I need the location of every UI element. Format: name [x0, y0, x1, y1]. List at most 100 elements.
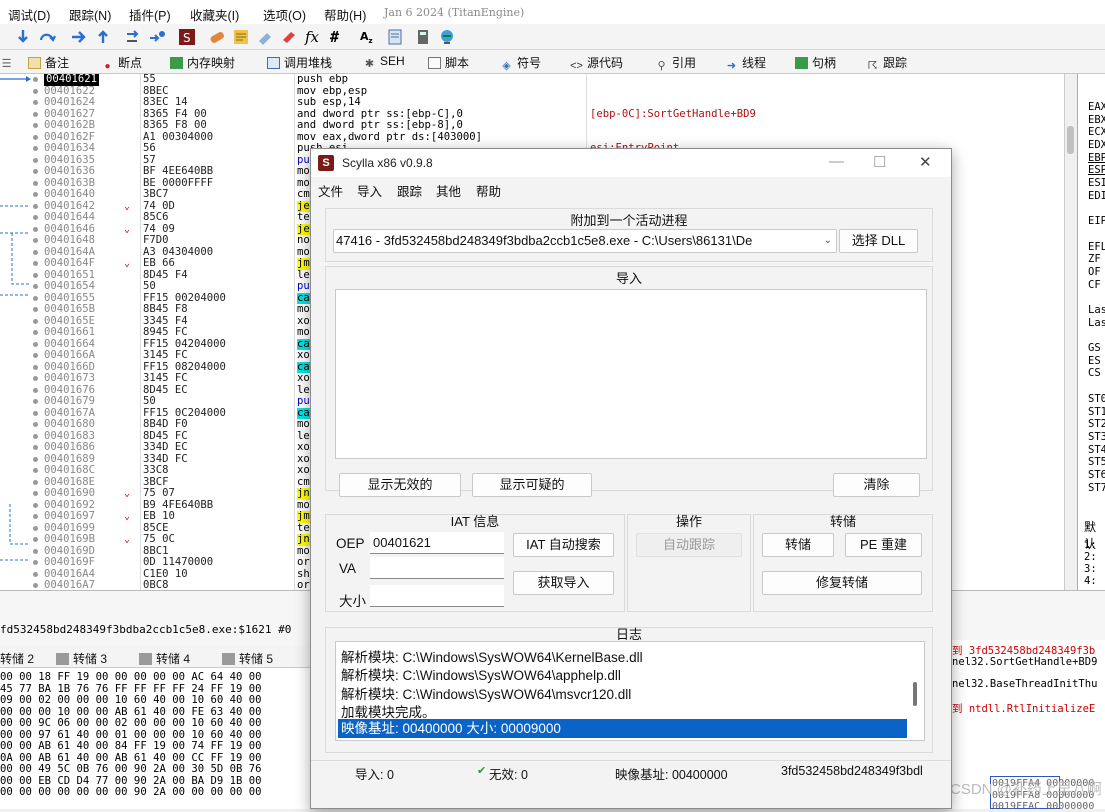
functions-icon[interactable]: fx	[305, 28, 323, 46]
hash-icon[interactable]: #	[330, 28, 348, 46]
scylla-menu-misc[interactable]: 其他	[436, 181, 461, 200]
register-name[interactable]: EBP	[1088, 152, 1105, 165]
process-select[interactable]: 47416 - 3fd532458bd248349f3bdba2ccb1c5e8…	[333, 229, 837, 253]
breakpoint-dot-icon[interactable]	[33, 502, 38, 508]
register-name[interactable]: ESI	[1088, 177, 1105, 190]
step-over-icon[interactable]	[38, 28, 56, 46]
register-name[interactable]: ST6	[1088, 469, 1105, 482]
breakpoint-dot-icon[interactable]	[33, 364, 38, 370]
scylla-icon[interactable]: S	[178, 28, 196, 46]
menu-favourites[interactable]: 收藏夹(I)	[190, 5, 239, 24]
breakpoint-dot-icon[interactable]	[33, 134, 38, 140]
breakpoint-dot-icon[interactable]	[33, 192, 38, 197]
breakpoint-dot-icon[interactable]	[33, 284, 38, 289]
register-name[interactable]: ECX	[1088, 126, 1105, 139]
tab-bar-arrow[interactable]: ☰	[0, 54, 17, 70]
dump-row[interactable]: 00 00 18 FF 19 00 00 00 00 00 AC 64 40 0…	[0, 671, 262, 684]
breakpoint-dot-icon[interactable]	[33, 146, 38, 151]
register-name[interactable]	[1088, 228, 1105, 241]
minimize-icon[interactable]: —	[829, 153, 844, 170]
breakpoint-dot-icon[interactable]	[33, 583, 38, 588]
register-name[interactable]: ST7	[1088, 482, 1105, 495]
breakpoint-dot-icon[interactable]	[33, 468, 38, 473]
register-name[interactable]	[1088, 329, 1105, 342]
imports-tree[interactable]	[335, 289, 927, 459]
register-name[interactable]	[1088, 291, 1105, 304]
breakpoint-dot-icon[interactable]	[33, 433, 38, 439]
close-icon[interactable]: ✕	[919, 153, 932, 171]
breakpoint-dot-icon[interactable]	[33, 548, 38, 554]
breakpoint-dot-icon[interactable]	[33, 180, 38, 186]
register-name[interactable]: CS	[1088, 367, 1105, 380]
get-imports-button[interactable]: 获取导入	[513, 571, 614, 595]
log-list[interactable]: 解析模块: C:\Windows\SysWOW64\KernelBase.dll…	[335, 641, 925, 741]
menu-options[interactable]: 选项(O)	[263, 5, 306, 24]
clear-button[interactable]: 清除	[833, 473, 920, 497]
menu-trace[interactable]: 跟踪(N)	[69, 5, 111, 24]
disasm-row[interactable]: 0040162F A1 00304000 mov eax,dword ptr ds:…	[0, 131, 1064, 144]
show-invalid-button[interactable]: 显示无效的	[339, 473, 461, 497]
breakpoint-dot-icon[interactable]	[33, 295, 38, 301]
disasm-row[interactable]: 00401621 55 push ebp	[0, 74, 1064, 86]
register-name[interactable]: ESP	[1088, 164, 1105, 177]
labels-icon[interactable]	[256, 28, 274, 46]
breakpoint-dot-icon[interactable]	[33, 238, 38, 243]
tab-script[interactable]: 脚本	[428, 54, 469, 71]
breakpoint-dot-icon[interactable]	[33, 318, 38, 324]
tab-handles[interactable]: 句柄	[795, 54, 836, 71]
register-name[interactable]: EAX	[1088, 101, 1105, 114]
log-icon[interactable]	[386, 28, 404, 46]
register-name[interactable]: ES	[1088, 355, 1105, 368]
tab-dump-5[interactable]: 转储 5	[222, 650, 273, 667]
breakpoint-dot-icon[interactable]	[33, 514, 38, 519]
breakpoint-dot-icon[interactable]	[33, 571, 38, 577]
breakpoint-dot-icon[interactable]	[33, 445, 38, 450]
register-name[interactable]: ST0	[1088, 393, 1105, 406]
breakpoint-dot-icon[interactable]	[33, 525, 38, 531]
register-name[interactable]: GS	[1088, 342, 1105, 355]
register-name[interactable]: ST3	[1088, 431, 1105, 444]
tab-trace[interactable]: ☈ 跟踪	[866, 54, 907, 72]
register-name[interactable]: ST5	[1088, 456, 1105, 469]
register-name[interactable]: ST2	[1088, 418, 1105, 431]
breakpoint-dot-icon[interactable]	[33, 307, 38, 312]
select-dll-button[interactable]: 选择 DLL	[839, 229, 918, 253]
globe-icon[interactable]	[438, 28, 456, 46]
show-suspect-button[interactable]: 显示可疑的	[472, 473, 592, 497]
breakpoint-dot-icon[interactable]	[33, 376, 38, 381]
disasm-row[interactable]: 0040162B 8365 F8 00 and dword ptr ss:[ebp-…	[0, 119, 1064, 132]
scylla-titlebar[interactable]: S Scylla x86 v0.9.8 — ☐ ✕	[311, 149, 951, 177]
register-name[interactable]: ZF	[1088, 253, 1105, 266]
breakpoint-dot-icon[interactable]	[33, 77, 38, 82]
breakpoint-dot-icon[interactable]	[33, 226, 38, 232]
tab-call-stack[interactable]: 调用堆栈	[267, 54, 332, 71]
breakpoint-dot-icon[interactable]	[33, 261, 38, 266]
oep-field[interactable]: 00401621	[370, 532, 504, 554]
breakpoint-dot-icon[interactable]	[33, 169, 38, 174]
hex-dump[interactable]: 00 00 18 FF 19 00 00 00 00 00 AC 64 40 0…	[0, 668, 310, 809]
register-name[interactable]: ST4	[1088, 444, 1105, 457]
dump-row[interactable]: 00 00 9C 06 00 00 02 00 00 00 10 60 40 0…	[0, 717, 262, 730]
run-to-icon[interactable]	[70, 28, 88, 46]
breakpoint-dot-icon[interactable]	[33, 491, 38, 496]
tab-notes[interactable]: 备注	[28, 54, 69, 71]
scrollbar-thumb[interactable]	[1067, 126, 1074, 154]
breakpoint-dot-icon[interactable]	[33, 330, 38, 335]
menu-help[interactable]: 帮助(H)	[324, 5, 366, 24]
breakpoint-dot-icon[interactable]	[33, 422, 38, 427]
register-name[interactable]: EFL	[1088, 241, 1105, 254]
breakpoint-dot-icon[interactable]	[33, 537, 38, 542]
breakpoint-dot-icon[interactable]	[33, 410, 38, 416]
size-field[interactable]	[370, 585, 504, 607]
tab-dump-4[interactable]: 转储 4	[139, 650, 190, 667]
breakpoint-dot-icon[interactable]	[33, 88, 38, 94]
iat-autosearch-button[interactable]: IAT 自动搜索	[513, 533, 614, 557]
menu-plugins[interactable]: 插件(P)	[129, 5, 171, 24]
step-into-icon[interactable]	[14, 28, 32, 46]
breakpoint-dot-icon[interactable]	[33, 203, 38, 209]
dump-row[interactable]: 00 00 00 00 00 00 00 90 2A 00 00 00 00 0…	[0, 786, 262, 799]
va-field[interactable]	[370, 557, 504, 579]
scylla-menu-trace[interactable]: 跟踪	[397, 181, 422, 200]
menu-debug[interactable]: 调试(D)	[8, 5, 50, 24]
stack-view[interactable]: 0019FFA4 00000000 0019FFA8 00000000 0019…	[950, 720, 1105, 812]
